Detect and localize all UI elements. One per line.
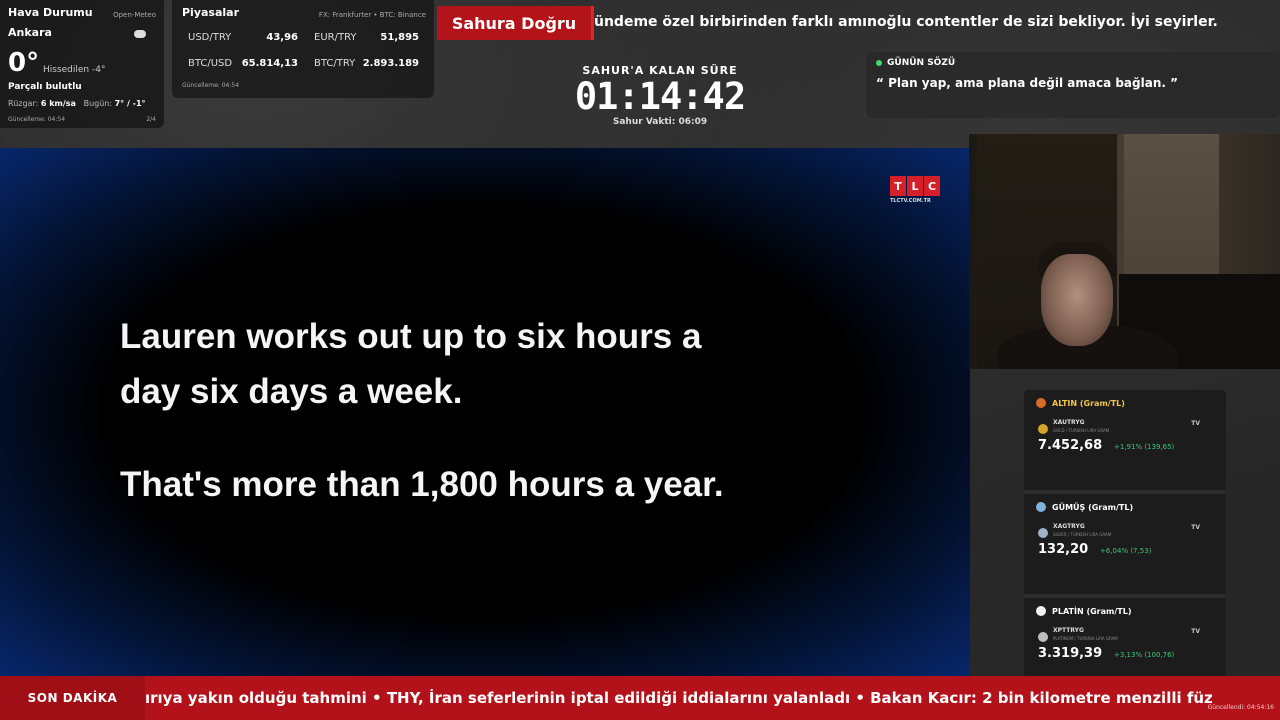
market-label: EUR/TRY [314,32,357,43]
weather-description: Parçalı bulutlu [8,82,82,92]
wind-value: 6 km/sa [40,99,76,108]
banner-text: ündeme özel birbirinden farklı amınoğlu … [594,14,1218,30]
weather-widget: Hava Durumu Open-Meteo Ankara 0° Hissedi… [0,0,164,128]
video-player[interactable]: T L C TLCTV.COM.TR Lauren works out up t… [0,148,970,676]
metal-heading: GÜMÜŞ (Gram/TL) [1052,502,1134,512]
metal-price: 7.452,68 [1038,438,1103,453]
market-row: USD/TRY 43,96 [188,32,298,43]
metals-panel: ALTIN (Gram/TL) XAUTRYG GOLD / TURKISH L… [1024,390,1226,676]
tlc-letter: L [907,176,923,196]
tlc-letter: C [924,176,940,196]
tradingview-icon[interactable]: TV [1191,524,1200,531]
top-banner: Sahura Doğru ündeme özel birbirinden far… [437,6,1280,40]
subtitle-line: That's more than 1,800 hours a year. [120,465,724,504]
market-row: EUR/TRY 51,895 [314,32,419,43]
countdown-time: 01:14:42 [574,75,746,118]
quote-of-day: GÜNÜN SÖZÜ “ Plan yap, ama plana değil a… [866,52,1280,118]
medal-icon [1036,398,1046,408]
silver-coin-icon [1038,528,1048,538]
market-row: BTC/TRY 2.893.189 [314,58,419,69]
webcam-feed [969,134,1280,369]
platinum-coin-icon [1038,632,1048,642]
today-label: Bugün: [83,99,113,108]
weather-feels-like: Hissedilen -4° [43,65,106,75]
weather-wind: Rüzgar: 6 km/sa Bugün: 7° / -1° [8,99,146,108]
market-label: BTC/TRY [314,58,356,69]
live-dot-icon [876,60,882,66]
market-value: 2.893.189 [362,58,419,69]
weather-source: Open-Meteo [113,11,156,19]
metal-symbol: XPTTRYG [1053,627,1084,634]
market-value: 43,96 [266,32,298,43]
markets-updated: Güncelleme: 04:54 [182,82,240,89]
breaking-news-ticker: SON DAKİKA ırıya yakın olduğu tahmini • … [0,676,1280,720]
quote-heading: GÜNÜN SÖZÜ [887,58,956,68]
metal-symbol: XAGTRYG [1053,523,1085,530]
metal-symbol: XAUTRYG [1053,419,1085,426]
tlc-logo: T L C TLCTV.COM.TR [890,176,942,206]
market-label: USD/TRY [188,32,232,43]
banner-tag: Sahura Doğru [437,6,594,40]
metal-name: PLATINUM / TURKISH LIRA GRAM [1053,636,1118,641]
breaking-news-tag: SON DAKİKA [0,676,145,720]
metal-name: SILVER / TURKISH LIRA GRAM [1053,532,1112,537]
weather-temp: 0° [8,48,40,78]
tlc-letter: T [890,176,906,196]
quote-text: “ Plan yap, ama plana değil amaca bağlan… [876,76,1178,90]
metal-heading: ALTIN (Gram/TL) [1052,398,1125,408]
quote-header: GÜNÜN SÖZÜ [876,58,1270,68]
subtitle-line: Lauren works out up to six hours a [120,317,702,356]
tradingview-icon[interactable]: TV [1191,420,1200,427]
countdown-sahur-time: Sahur Vakti: 06:09 [612,117,708,127]
medal-icon [1036,606,1046,616]
metal-change: +6,04% (7,53) [1100,547,1152,555]
market-row: BTC/USD 65.814,13 [188,58,298,69]
wind-label: Rüzgar: [8,99,39,108]
metal-change: +3,13% (100,76) [1114,651,1175,659]
tlc-url: TLCTV.COM.TR [890,198,931,204]
ticker-updated: Güncellendi: 04:54:16 [1207,704,1274,711]
medal-icon [1036,502,1046,512]
metal-price: 132,20 [1038,542,1089,557]
subtitle-line: day six days a week. [120,372,463,411]
market-label: BTC/USD [188,58,233,69]
markets-source: FX: Frankfurter • BTC: Binance [318,11,426,19]
metal-name: GOLD / TURKISH LIRA GRAM [1053,428,1110,433]
market-value: 65.814,13 [241,58,298,69]
tradingview-icon[interactable]: TV [1191,628,1200,635]
weather-updated: Güncelleme: 04:54 [8,116,66,123]
metal-card-silver: GÜMÜŞ (Gram/TL) XAGTRYG SILVER / TURKISH… [1024,490,1226,590]
ticker-text: ırıya yakın olduğu tahmini • THY, İran s… [145,689,1213,707]
gold-coin-icon [1038,424,1048,434]
today-value: 7° / -1° [114,99,146,108]
metal-card-platinum: PLATİN (Gram/TL) XPTTRYG PLATINUM / TURK… [1024,594,1226,676]
metal-price: 3.319,39 [1038,646,1103,661]
market-value: 51,895 [380,32,419,43]
metal-change: +1,91% (139,65) [1114,443,1175,451]
markets-widget: Piyasalar FX: Frankfurter • BTC: Binance… [172,0,434,98]
metal-heading: PLATİN (Gram/TL) [1052,606,1132,616]
sahur-countdown: SAHUR'A KALAN SÜRE 01:14:42 Sahur Vakti:… [560,64,760,127]
metal-card-gold: ALTIN (Gram/TL) XAUTRYG GOLD / TURKISH L… [1024,390,1226,490]
cloud-icon [134,30,146,38]
webcam-person-face [1041,254,1113,346]
weather-page-indicator: 2/4 [146,116,156,123]
